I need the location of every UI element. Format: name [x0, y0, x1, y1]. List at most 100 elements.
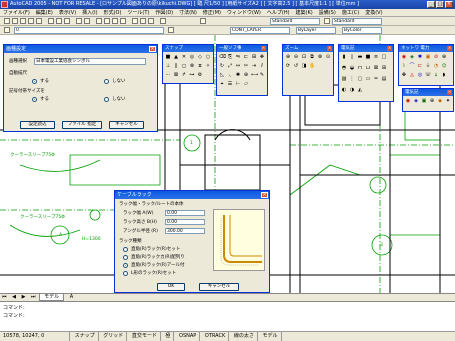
view-icon[interactable]: ◨: [301, 63, 307, 69]
measure-icon[interactable]: ⊢: [235, 81, 241, 87]
chair-icon[interactable]: ⊔: [365, 65, 371, 71]
room-icon[interactable]: ▢: [357, 76, 363, 82]
tray-icon[interactable]: ⊏: [417, 63, 423, 69]
fan-icon[interactable]: ✤: [401, 72, 407, 78]
symbol-a-icon[interactable]: ◐: [341, 87, 347, 93]
preview-icon[interactable]: [36, 18, 42, 24]
switch-icon[interactable]: ◈: [409, 54, 415, 60]
redraw-icon[interactable]: ↺: [293, 63, 299, 69]
alarm-icon[interactable]: ◬: [409, 72, 415, 78]
settings-cancel-button[interactable]: キャンセル: [109, 121, 144, 129]
copy-icon[interactable]: [56, 18, 62, 24]
apparent-icon[interactable]: ⊠: [173, 72, 179, 78]
breaker-icon[interactable]: ⊘: [433, 54, 439, 60]
offset-icon[interactable]: ⊏: [243, 54, 249, 60]
parallel-icon[interactable]: ∥: [173, 63, 179, 69]
zoom-center-icon[interactable]: ⊙: [325, 54, 331, 60]
meter-icon[interactable]: ◔: [433, 63, 439, 69]
menu-item[interactable]: 表示(V): [56, 10, 79, 16]
symbol-c-icon[interactable]: ◭: [357, 87, 363, 93]
radius-input[interactable]: 300.00: [165, 228, 205, 234]
pan-realtime-icon[interactable]: ✋: [309, 63, 315, 69]
zoom-all-icon[interactable]: ⊡: [301, 54, 307, 60]
shaft-icon[interactable]: ⊞: [381, 65, 387, 71]
layer-dropdown[interactable]: 0: [14, 27, 164, 34]
save-icon[interactable]: [20, 18, 26, 24]
menu-item[interactable]: 形式(O): [101, 10, 125, 16]
menu-item[interactable]: ファイル(F): [0, 10, 33, 16]
ok-button[interactable]: OK: [157, 283, 185, 291]
extension-icon[interactable]: ⋯: [165, 72, 171, 78]
load-settings-button[interactable]: 設定読込: [20, 121, 55, 129]
scale-icon[interactable]: ⤢: [227, 63, 233, 69]
color-dropdown[interactable]: ByColor: [342, 27, 382, 34]
light-icon[interactable]: ✱: [417, 54, 423, 60]
coordinates-readout[interactable]: 10578, 10247, 0: [0, 332, 70, 341]
beam-icon[interactable]: ═: [373, 76, 379, 82]
zoom-extents-icon[interactable]: ⧉: [309, 54, 315, 60]
ceiling-icon[interactable]: ▭: [365, 76, 371, 82]
rack-option-1-radio[interactable]: [123, 247, 128, 252]
junction-icon[interactable]: ⊕: [441, 54, 447, 60]
grid-toggle[interactable]: グリッド: [100, 332, 128, 341]
zoom-previous-icon[interactable]: [120, 18, 126, 24]
auto-no-radio[interactable]: [104, 79, 109, 84]
panel-icon[interactable]: ▣: [425, 54, 431, 60]
menu-item[interactable]: ウィンドウ(W): [224, 10, 264, 16]
node-icon[interactable]: ⊗: [189, 63, 195, 69]
text-style-dropdown[interactable]: Standard: [270, 18, 320, 25]
menu-item[interactable]: ヘルプ(H): [264, 10, 293, 16]
extra-d-icon[interactable]: ⊕: [429, 98, 435, 104]
insert-icon[interactable]: ◻: [181, 63, 187, 69]
match-prop-icon[interactable]: ⌖: [219, 81, 225, 87]
osnap-toggle[interactable]: OSNAP: [176, 332, 201, 341]
menu-item[interactable]: 建築(K): [293, 10, 316, 16]
symbol-yes-radio[interactable]: [32, 97, 37, 102]
close-button[interactable]: ×: [445, 1, 453, 8]
stair-icon[interactable]: ≡: [373, 54, 379, 60]
chamfer-icon[interactable]: ◺: [219, 72, 225, 78]
copy-object-icon[interactable]: ⎘: [227, 54, 233, 60]
column-icon[interactable]: ■: [365, 54, 371, 60]
endpoint-icon[interactable]: ■: [165, 54, 171, 60]
lineweight-dropdown[interactable]: ByLayer: [296, 27, 336, 34]
move-icon[interactable]: ✥: [259, 54, 265, 60]
zoom-in-icon[interactable]: ⊕: [285, 54, 291, 60]
outlet-icon[interactable]: ◉: [401, 54, 407, 60]
list-icon[interactable]: ☰: [227, 81, 233, 87]
zoom-palette-close[interactable]: ×: [327, 46, 332, 51]
design-center-icon[interactable]: [140, 18, 146, 24]
sensor-icon[interactable]: ◎: [417, 72, 423, 78]
rotate-icon[interactable]: ↻: [219, 63, 225, 69]
elevator-icon[interactable]: ⊠: [373, 65, 379, 71]
polar-toggle[interactable]: 極: [162, 332, 175, 341]
minimize-button[interactable]: _: [427, 1, 435, 8]
symbol-b-icon[interactable]: ◑: [349, 87, 355, 93]
maximize-button[interactable]: □: [436, 1, 444, 8]
tab-nav-first[interactable]: ⏮: [0, 294, 9, 300]
array-icon[interactable]: ⊞: [251, 54, 257, 60]
properties-icon[interactable]: [132, 18, 138, 24]
menu-item[interactable]: 編集(E): [33, 10, 56, 16]
electric-palette-close[interactable]: ×: [447, 46, 452, 51]
ground-icon[interactable]: ⏚: [425, 63, 431, 69]
erase-icon[interactable]: ⌫: [219, 54, 226, 60]
symbol-no-radio[interactable]: [104, 97, 109, 102]
tab-model[interactable]: モデル: [39, 293, 65, 301]
menu-item[interactable]: 寸法(N): [176, 10, 200, 16]
hatch-icon[interactable]: ▨: [341, 76, 347, 82]
otrack-toggle[interactable]: OTRACK: [202, 332, 230, 341]
linetype-dropdown[interactable]: CONT_LAYER: [230, 27, 290, 34]
snap-toggle[interactable]: スナップ: [72, 332, 99, 341]
command-prompt[interactable]: コマンド:: [3, 312, 25, 319]
tool-palette-icon[interactable]: [148, 18, 154, 24]
extend-icon[interactable]: ⇥: [251, 63, 257, 69]
trim-icon[interactable]: ✂: [243, 63, 249, 69]
undo-icon[interactable]: [76, 18, 82, 24]
window-icon[interactable]: ▯: [349, 54, 355, 60]
grid-line-icon[interactable]: ⋮: [349, 76, 355, 82]
open-icon[interactable]: [12, 18, 18, 24]
area-icon[interactable]: ▱: [243, 81, 249, 87]
sink-icon[interactable]: ◒: [349, 65, 355, 71]
extra-c-icon[interactable]: ▣: [421, 98, 427, 104]
